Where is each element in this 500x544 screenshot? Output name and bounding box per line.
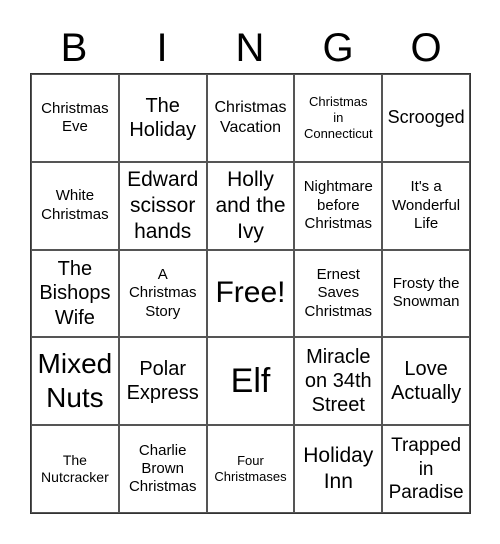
bingo-cell[interactable]: Mixed Nuts — [31, 337, 119, 426]
bingo-cell[interactable]: Miracle on 34th Street — [294, 337, 383, 426]
bingo-cell[interactable]: Edward scissor hands — [118, 161, 207, 250]
header-letter-i: I — [156, 26, 168, 70]
bingo-cell[interactable]: Free! — [206, 249, 295, 338]
bingo-cell[interactable]: Holly and the Ivy — [206, 161, 295, 250]
bingo-cell[interactable]: Christmas in Connecticut — [294, 74, 383, 162]
header-letter-g: G — [322, 26, 354, 70]
bingo-cell[interactable]: Christmas Vacation — [206, 74, 295, 162]
bingo-cell[interactable]: Trapped in Paradise — [382, 425, 470, 513]
bingo-cell[interactable]: The Nutcracker — [31, 425, 119, 513]
bingo-cell[interactable]: Four Christmases — [206, 425, 295, 513]
bingo-card-grid: Christmas Eve The Holiday Christmas Vacati… — [30, 73, 471, 514]
bingo-cell[interactable]: Polar Express — [118, 337, 207, 426]
bingo-cell[interactable]: Charlie Brown Christmas — [118, 425, 207, 513]
bingo-cell[interactable]: Holiday Inn — [294, 425, 383, 513]
bingo-cell[interactable]: Nightmare before Christmas — [294, 161, 383, 250]
bingo-cell[interactable]: It's a Wonderful Life — [382, 161, 470, 250]
bingo-cell[interactable]: A Christmas Story — [118, 249, 207, 338]
bingo-cell[interactable]: Frosty the Snowman — [382, 249, 470, 338]
bingo-cell[interactable]: Christmas Eve — [31, 74, 119, 162]
bingo-header: B I N G O — [30, 22, 470, 74]
bingo-cell[interactable]: Love Actually — [382, 337, 470, 426]
bingo-cell[interactable]: Elf — [206, 337, 295, 426]
bingo-cell[interactable]: Scrooged — [382, 74, 470, 162]
bingo-cell[interactable]: Ernest Saves Christmas — [294, 249, 383, 338]
header-letter-b: B — [60, 26, 88, 70]
bingo-cell[interactable]: White Christmas — [31, 161, 119, 250]
header-letter-n: N — [235, 26, 265, 70]
bingo-cell[interactable]: The Holiday — [118, 74, 207, 162]
header-letter-o: O — [410, 26, 442, 70]
bingo-cell[interactable]: The Bishops Wife — [31, 249, 119, 338]
